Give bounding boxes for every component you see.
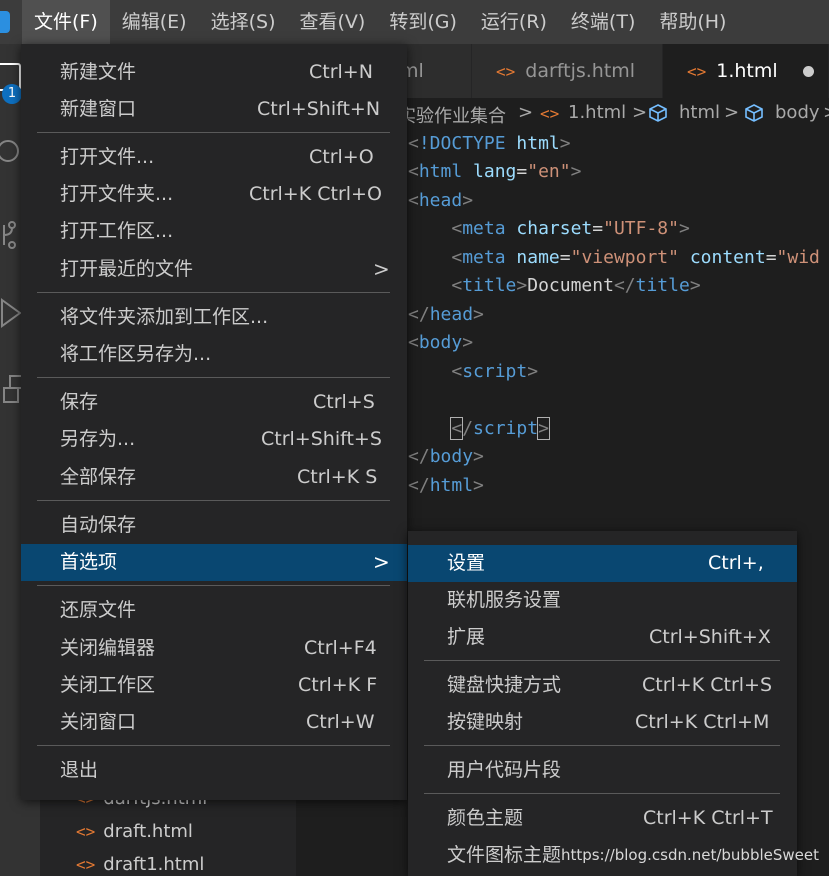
breadcrumb-html[interactable]: html bbox=[679, 102, 720, 123]
menu-separator bbox=[37, 292, 390, 293]
code-line: <html lang="en"> bbox=[408, 161, 582, 182]
menu-bar: 文件(F) 编辑(E) 选择(S) 查看(V) 转到(G) 运行(R) 终端(T… bbox=[0, 0, 829, 44]
tab-1-html[interactable]: <> 1.html bbox=[663, 44, 829, 98]
code-line: <body> bbox=[408, 332, 474, 353]
menu-item-open-folder[interactable]: 打开文件夹... Ctrl+K Ctrl+O bbox=[21, 176, 407, 213]
menu-item-open-recent[interactable]: 打开最近的文件 > bbox=[21, 251, 407, 288]
submenu-item-color-theme[interactable]: 颜色主题 Ctrl+K Ctrl+T bbox=[408, 800, 797, 837]
submenu-item-keymaps[interactable]: 按键映射 Ctrl+K Ctrl+M bbox=[408, 704, 797, 741]
chevron-right-icon: > bbox=[373, 550, 390, 574]
menu-terminal[interactable]: 终端(T) bbox=[559, 0, 647, 44]
menu-item-save[interactable]: 保存 Ctrl+S bbox=[21, 384, 407, 421]
menu-item-add-folder-to-workspace[interactable]: 将文件夹添加到工作区... bbox=[21, 299, 407, 336]
html-file-icon: <> bbox=[540, 104, 560, 123]
menu-item-new-file[interactable]: 新建文件 Ctrl+N bbox=[21, 54, 407, 91]
file-name: draft1.html bbox=[103, 854, 205, 875]
menu-edit[interactable]: 编辑(E) bbox=[110, 0, 199, 44]
submenu-item-extensions[interactable]: 扩展 Ctrl+Shift+X bbox=[408, 619, 797, 656]
file-item[interactable]: <> draft.html bbox=[76, 821, 193, 842]
menu-item-save-all[interactable]: 全部保存 Ctrl+K S bbox=[21, 459, 407, 496]
menu-file[interactable]: 文件(F) bbox=[22, 0, 110, 44]
tab-label: 1.html bbox=[716, 60, 778, 82]
menu-item-revert-file[interactable]: 还原文件 bbox=[21, 592, 407, 629]
html-file-icon: <> bbox=[76, 822, 96, 841]
menu-selection[interactable]: 选择(S) bbox=[199, 0, 288, 44]
code-line: <meta name="viewport" content="wid bbox=[451, 247, 820, 268]
chevron-right-icon: > bbox=[373, 257, 390, 281]
submenu-item-settings[interactable]: 设置 Ctrl+, bbox=[408, 545, 797, 582]
explorer-badge: 1 bbox=[2, 84, 22, 104]
tab-darftjs[interactable]: <> darftjs.html bbox=[472, 44, 663, 98]
menu-item-save-as[interactable]: 另存为... Ctrl+Shift+S bbox=[21, 421, 407, 458]
menu-run[interactable]: 运行(R) bbox=[469, 0, 559, 44]
menu-view[interactable]: 查看(V) bbox=[288, 0, 378, 44]
code-line: <head> bbox=[408, 190, 474, 211]
submenu-item-keyboard-shortcuts[interactable]: 键盘快捷方式 Ctrl+K Ctrl+S bbox=[408, 667, 797, 704]
submenu-item-user-snippets[interactable]: 用户代码片段 bbox=[408, 752, 797, 789]
file-item[interactable]: <> draft1.html bbox=[76, 854, 204, 875]
breadcrumb-separator: > bbox=[518, 102, 534, 123]
menu-item-open-file[interactable]: 打开文件... Ctrl+O bbox=[21, 139, 407, 176]
tab-label: darftjs.html bbox=[525, 60, 636, 82]
menu-item-new-window[interactable]: 新建窗口 Ctrl+Shift+N bbox=[21, 91, 407, 128]
breadcrumb-file[interactable]: 1.html bbox=[568, 102, 626, 123]
menu-separator bbox=[424, 745, 780, 746]
menu-item-open-workspace[interactable]: 打开工作区... bbox=[21, 213, 407, 250]
breadcrumb-separator: > bbox=[724, 102, 740, 123]
menu-item-preferences[interactable]: 首选项 > bbox=[21, 544, 407, 581]
symbol-icon bbox=[648, 103, 668, 128]
code-line: <!DOCTYPE html> bbox=[408, 133, 571, 154]
code-line: <meta charset="UTF-8"> bbox=[451, 218, 690, 239]
file-name: draft.html bbox=[103, 821, 193, 842]
menu-separator bbox=[37, 377, 390, 378]
menu-separator bbox=[37, 500, 390, 501]
menu-item-exit[interactable]: 退出 bbox=[21, 752, 407, 789]
menu-separator bbox=[424, 793, 780, 794]
html-file-icon: <> bbox=[687, 62, 707, 81]
code-line: <title>Document</title> bbox=[451, 275, 701, 296]
unsaved-dot-icon[interactable] bbox=[803, 66, 814, 77]
symbol-icon bbox=[744, 103, 764, 128]
code-line: </head> bbox=[408, 304, 484, 325]
menu-separator bbox=[37, 132, 390, 133]
breadcrumb-body[interactable]: body bbox=[775, 102, 820, 123]
menu-item-close-window[interactable]: 关闭窗口 Ctrl+W bbox=[21, 704, 407, 741]
code-line: </script> bbox=[450, 417, 550, 440]
file-menu-dropdown: 新建文件 Ctrl+N 新建窗口 Ctrl+Shift+N 打开文件... Ctrl+… bbox=[21, 44, 407, 800]
code-line: </html> bbox=[408, 475, 484, 496]
breadcrumb-separator: > bbox=[632, 102, 648, 123]
watermark-text: https://blog.csdn.net/bubbleSweet bbox=[560, 846, 819, 864]
menu-help[interactable]: 帮助(H) bbox=[647, 0, 738, 44]
vscode-logo-icon bbox=[0, 11, 10, 33]
breadcrumb-folder[interactable]: 实验作业集合 bbox=[398, 102, 506, 128]
submenu-item-online-services[interactable]: 联机服务设置 bbox=[408, 582, 797, 619]
menu-item-close-editor[interactable]: 关闭编辑器 Ctrl+F4 bbox=[21, 630, 407, 667]
menu-separator bbox=[37, 585, 390, 586]
menu-item-save-workspace-as[interactable]: 将工作区另存为... bbox=[21, 336, 407, 373]
preferences-submenu: 设置 Ctrl+, 联机服务设置 扩展 Ctrl+Shift+X 键盘快捷方式 Ctr… bbox=[408, 531, 797, 876]
menu-item-close-workspace[interactable]: 关闭工作区 Ctrl+K F bbox=[21, 667, 407, 704]
menu-item-auto-save[interactable]: 自动保存 bbox=[21, 507, 407, 544]
code-line: </body> bbox=[408, 446, 484, 467]
code-line: <script> bbox=[451, 361, 539, 382]
menu-separator bbox=[424, 660, 780, 661]
menu-go[interactable]: 转到(G) bbox=[377, 0, 469, 44]
menu-separator bbox=[37, 745, 390, 746]
html-file-icon: <> bbox=[76, 855, 96, 874]
breadcrumb-separator: > bbox=[823, 102, 829, 123]
html-file-icon: <> bbox=[496, 62, 516, 81]
